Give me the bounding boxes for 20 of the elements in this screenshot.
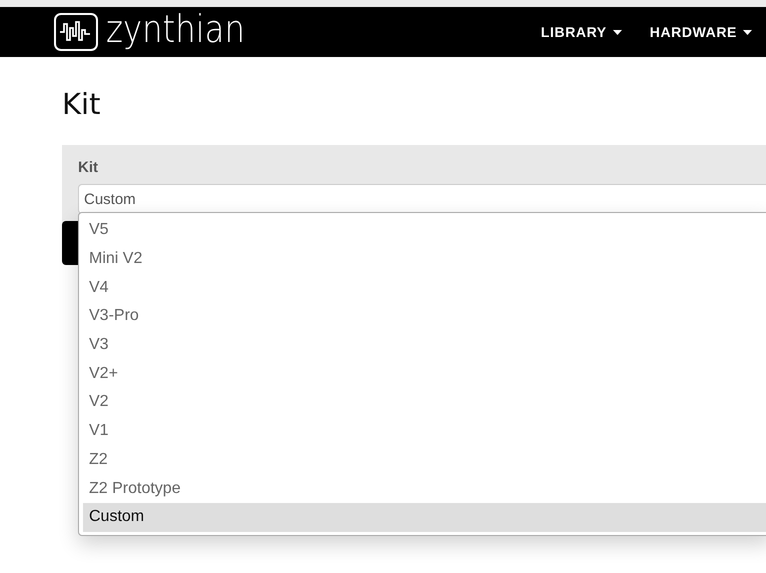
kit-select[interactable]: Custom bbox=[78, 184, 766, 214]
nav-menu[interactable]: LIBRARY bbox=[540, 24, 622, 40]
dropdown-option[interactable]: V5 bbox=[83, 216, 766, 245]
dropdown-option[interactable]: V2 bbox=[83, 388, 766, 417]
field-label: Kit bbox=[78, 159, 99, 176]
dropdown-option[interactable]: Z2 bbox=[83, 446, 766, 474]
dropdown-option[interactable]: V2+ bbox=[83, 359, 766, 388]
logo-text[interactable]: zynthian bbox=[106, 10, 245, 48]
dropdown-option[interactable]: Z2 Prototype bbox=[83, 474, 766, 503]
caret-icon bbox=[612, 30, 622, 34]
nav-menu[interactable]: HARDWARE bbox=[650, 24, 752, 40]
dropdown-option[interactable]: Mini V2 bbox=[83, 244, 766, 274]
page-title: Kit bbox=[62, 87, 102, 121]
waveform-logo-icon bbox=[54, 13, 98, 51]
dropdown-option[interactable]: V1 bbox=[83, 416, 766, 446]
dropdown-option[interactable]: V3-Pro bbox=[83, 302, 766, 331]
dropdown-option[interactable]: V4 bbox=[83, 273, 766, 302]
dropdown-option[interactable]: Custom bbox=[83, 502, 766, 532]
dropdown-option[interactable]: V3 bbox=[83, 330, 766, 360]
caret-icon bbox=[743, 30, 752, 34]
